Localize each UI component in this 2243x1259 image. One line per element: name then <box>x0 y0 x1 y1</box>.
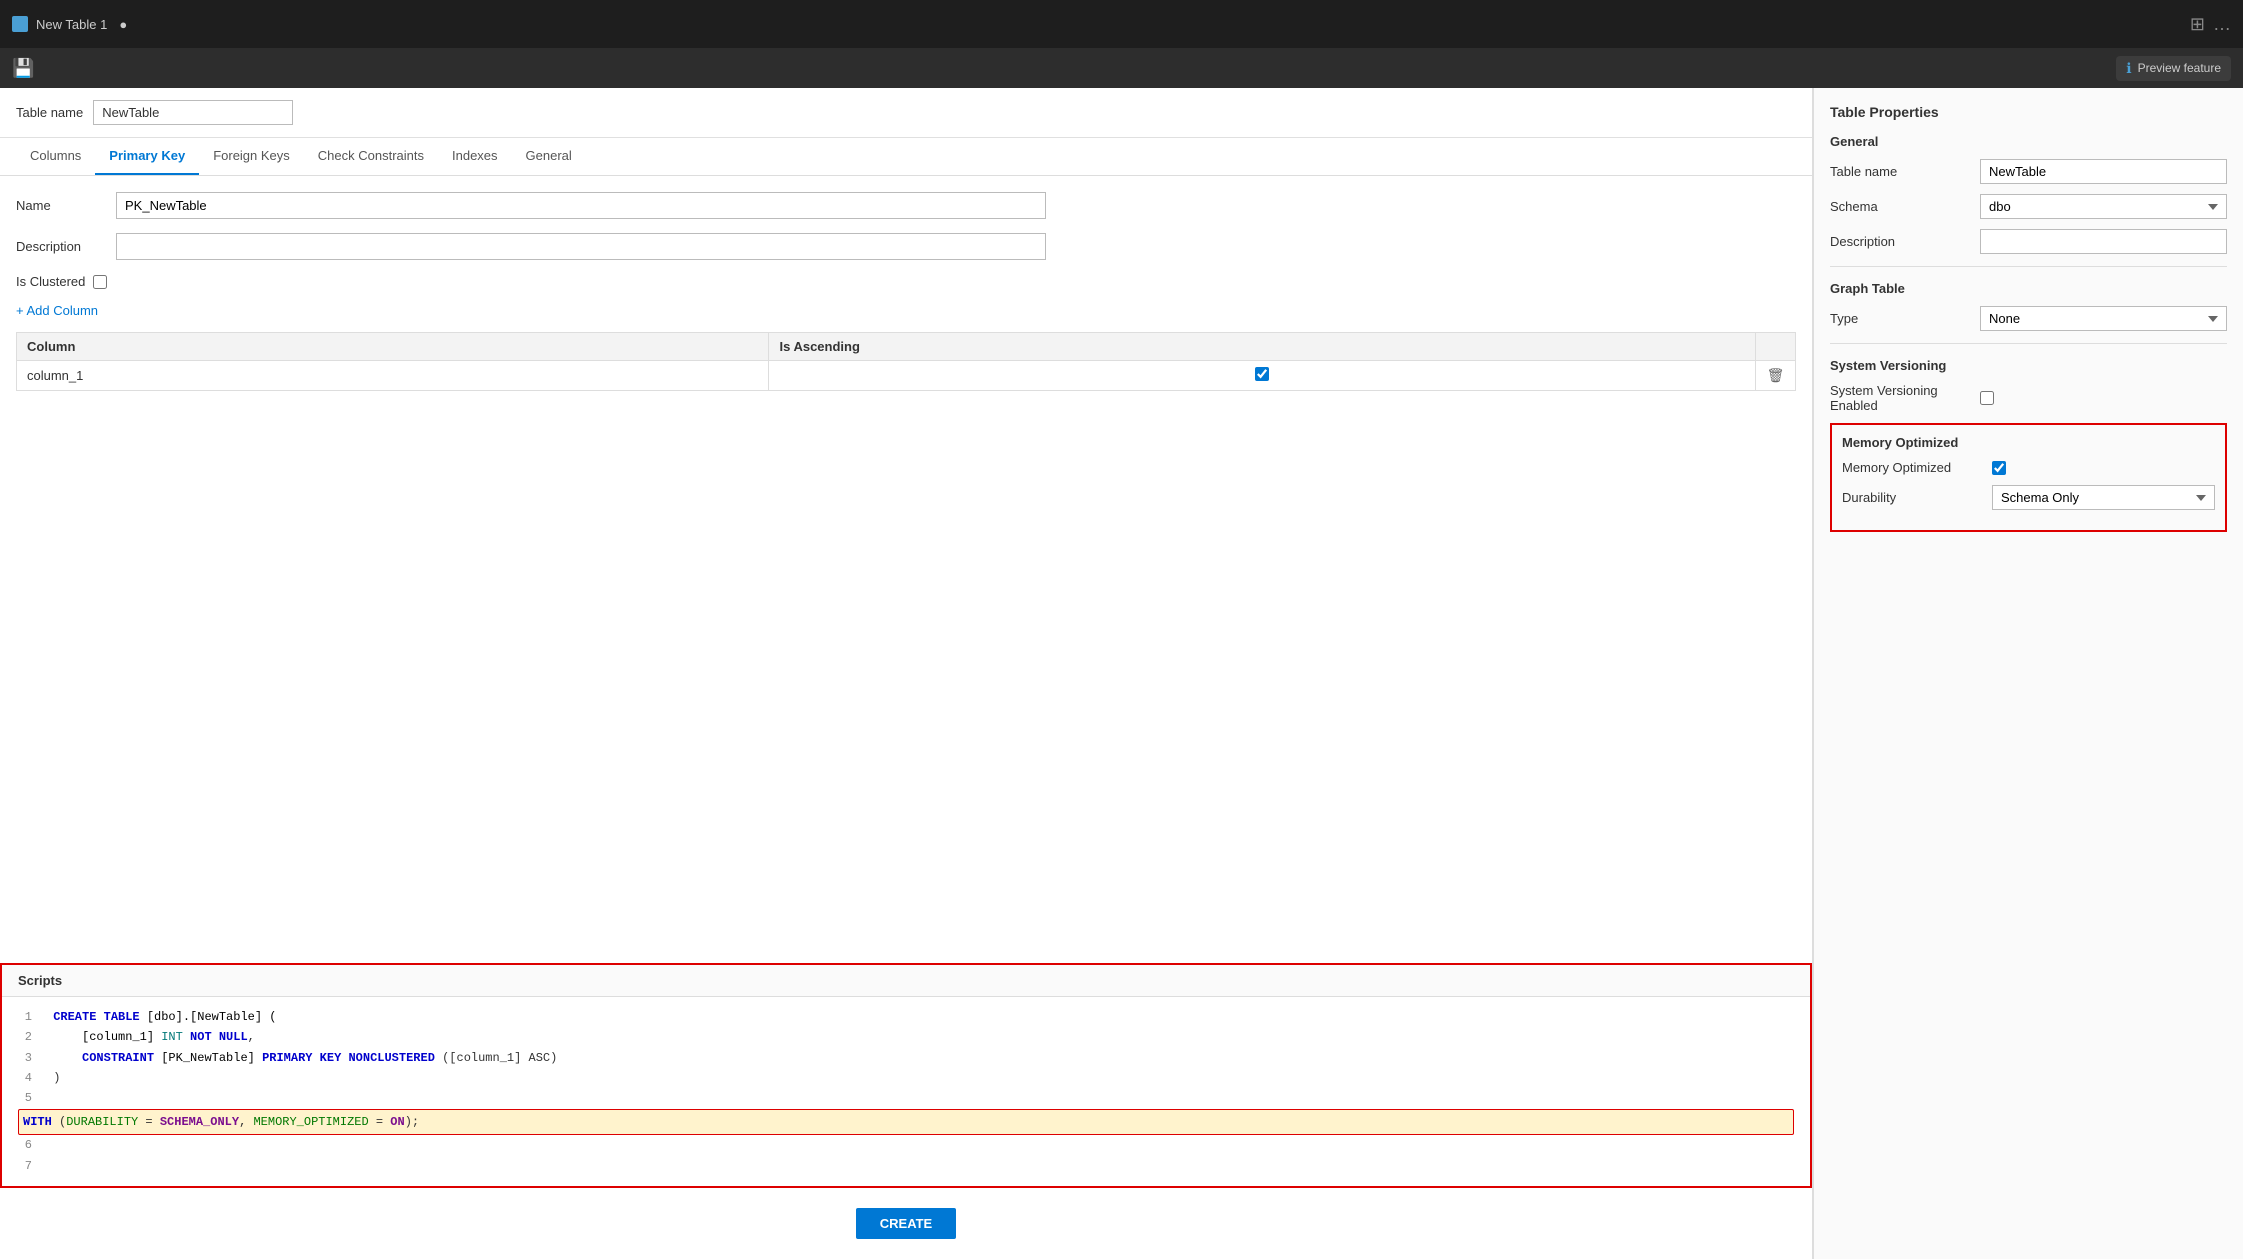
tab-indexes[interactable]: Indexes <box>438 138 512 175</box>
prop-mo-durability-label: Durability <box>1842 490 1982 505</box>
prop-description-input[interactable] <box>1980 229 2227 254</box>
pk-name-input[interactable] <box>116 192 1046 219</box>
prop-schema-label: Schema <box>1830 199 1970 214</box>
columns-table: Column Is Ascending column_1 🗑 <box>16 332 1796 391</box>
is-ascending-checkbox[interactable] <box>1255 367 1269 381</box>
general-section-title: General <box>1830 134 2227 149</box>
memory-optimized-section-title: Memory Optimized <box>1842 435 2215 450</box>
column-name-cell: column_1 <box>17 361 769 391</box>
script-line-6: 6 <box>18 1135 1794 1155</box>
preview-label: Preview feature <box>2138 61 2221 75</box>
script-line-5: 5 WITH (DURABILITY = SCHEMA_ONLY, MEMORY… <box>18 1088 1794 1135</box>
title-bar: New Table 1 ● ⊞ … <box>0 0 2243 48</box>
more-icon[interactable]: … <box>2213 14 2231 35</box>
add-column-button[interactable]: + Add Column <box>16 303 98 318</box>
scripts-header: Scripts <box>2 965 1810 997</box>
script-line-7: 7 <box>18 1156 1794 1176</box>
prop-schema-row: Schema dbo sys guest <box>1830 194 2227 219</box>
pk-section: Name Description Is Clustered + Add Colu… <box>0 176 1812 963</box>
prop-mo-optimized-checkbox[interactable] <box>1992 461 2006 475</box>
description-row: Description <box>16 233 1796 260</box>
delete-row-button[interactable]: 🗑 <box>1767 367 1785 384</box>
action-cell: 🗑 <box>1756 361 1796 391</box>
pk-description-input[interactable] <box>116 233 1046 260</box>
tab-foreign-keys[interactable]: Foreign Keys <box>199 138 304 175</box>
modified-dot: ● <box>119 17 127 32</box>
tab-columns[interactable]: Columns <box>16 138 95 175</box>
preview-badge[interactable]: ℹ Preview feature <box>2116 56 2231 81</box>
prop-mo-durability-select[interactable]: Schema Only Schema and Data <box>1992 485 2215 510</box>
prop-table-name-input[interactable] <box>1980 159 2227 184</box>
create-button[interactable]: CREATE <box>856 1208 956 1239</box>
description-label: Description <box>16 239 116 254</box>
title-bar-controls[interactable]: ⊞ … <box>2190 14 2231 35</box>
is-ascending-cell <box>769 361 1756 391</box>
prop-mo-optimized-row: Memory Optimized <box>1842 460 2215 475</box>
prop-mo-durability-row: Durability Schema Only Schema and Data <box>1842 485 2215 510</box>
system-versioning-section-title: System Versioning <box>1830 358 2227 373</box>
tab-general[interactable]: General <box>512 138 586 175</box>
prop-type-select[interactable]: None Node Edge <box>1980 306 2227 331</box>
prop-schema-select[interactable]: dbo sys guest <box>1980 194 2227 219</box>
col-header-action <box>1756 333 1796 361</box>
tabs-row: Columns Primary Key Foreign Keys Check C… <box>0 138 1812 176</box>
prop-type-label: Type <box>1830 311 1970 326</box>
prop-table-name-label: Table name <box>1830 164 1970 179</box>
is-clustered-label: Is Clustered <box>16 274 85 289</box>
is-clustered-checkbox[interactable] <box>93 275 107 289</box>
name-row: Name <box>16 192 1796 219</box>
main-content: Table name Columns Primary Key Foreign K… <box>0 88 2243 1259</box>
is-clustered-row: Is Clustered <box>16 274 1796 289</box>
col-header-ascending: Is Ascending <box>769 333 1756 361</box>
title-bar-left: New Table 1 ● <box>12 16 127 32</box>
table-name-row: Table name <box>0 88 1812 138</box>
script-line-4: 4 ) <box>18 1068 1794 1088</box>
prop-type-row: Type None Node Edge <box>1830 306 2227 331</box>
col-header-column: Column <box>17 333 769 361</box>
memory-optimized-box: Memory Optimized Memory Optimized Durabi… <box>1830 423 2227 532</box>
panel-title: Table Properties <box>1830 104 2227 120</box>
tab-check-constraints[interactable]: Check Constraints <box>304 138 438 175</box>
table-name-label: Table name <box>16 105 83 120</box>
script-line-1: 1 CREATE TABLE [dbo].[NewTable] ( <box>18 1007 1794 1027</box>
table-name-input[interactable] <box>93 100 293 125</box>
toolbar: 💾 ℹ Preview feature <box>0 48 2243 88</box>
window-title: New Table 1 <box>36 17 107 32</box>
tab-primary-key[interactable]: Primary Key <box>95 138 199 175</box>
layout-icon[interactable]: ⊞ <box>2190 14 2205 35</box>
prop-sv-enabled-row: System Versioning Enabled <box>1830 383 2227 413</box>
prop-mo-optimized-label: Memory Optimized <box>1842 460 1982 475</box>
prop-sv-enabled-checkbox[interactable] <box>1980 391 1994 405</box>
prop-table-name-row: Table name <box>1830 159 2227 184</box>
graph-table-section-title: Graph Table <box>1830 281 2227 296</box>
info-icon: ℹ <box>2126 60 2131 77</box>
scripts-section: Scripts 1 CREATE TABLE [dbo].[NewTable] … <box>0 963 1812 1188</box>
save-icon[interactable]: 💾 <box>12 58 34 79</box>
table-icon <box>12 16 28 32</box>
script-line-3: 3 CONSTRAINT [PK_NewTable] PRIMARY KEY N… <box>18 1048 1794 1068</box>
prop-description-row: Description <box>1830 229 2227 254</box>
prop-sv-enabled-label: System Versioning Enabled <box>1830 383 1970 413</box>
left-panel: Table name Columns Primary Key Foreign K… <box>0 88 1813 1259</box>
table-row: column_1 🗑 <box>17 361 1796 391</box>
scripts-body: 1 CREATE TABLE [dbo].[NewTable] ( 2 [col… <box>2 997 1810 1186</box>
prop-description-label: Description <box>1830 234 1970 249</box>
name-label: Name <box>16 198 116 213</box>
script-line-2: 2 [column_1] INT NOT NULL, <box>18 1027 1794 1047</box>
right-panel: Table Properties General Table name Sche… <box>1813 88 2243 1259</box>
